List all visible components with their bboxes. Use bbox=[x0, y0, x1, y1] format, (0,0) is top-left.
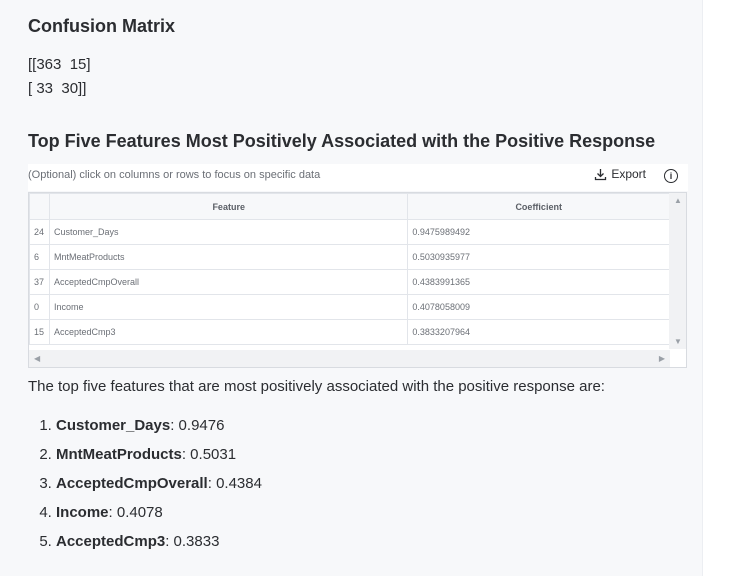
feature-name: Income bbox=[56, 504, 109, 521]
column-header-feature[interactable]: Feature bbox=[48, 193, 409, 220]
feature-value: : 0.4384 bbox=[207, 475, 262, 492]
table-row[interactable]: 15 AcceptedCmp3 0.3833207964 bbox=[29, 319, 670, 345]
summary-text: The top five features that are most posi… bbox=[28, 378, 605, 395]
feature-cell[interactable]: Income bbox=[48, 294, 409, 320]
scroll-down-icon[interactable]: ▼ bbox=[674, 337, 682, 346]
feature-value: : 0.9476 bbox=[170, 417, 225, 434]
row-index: 0 bbox=[29, 294, 50, 320]
export-button[interactable]: Export bbox=[594, 167, 646, 181]
list-item: AcceptedCmpOverall: 0.4384 bbox=[56, 469, 262, 498]
feature-cell[interactable]: Customer_Days bbox=[48, 219, 409, 245]
export-label: Export bbox=[611, 167, 646, 181]
table-row[interactable]: 0 Income 0.4078058009 bbox=[29, 294, 670, 320]
confusion-matrix-title: Confusion Matrix bbox=[28, 16, 175, 36]
scroll-up-icon[interactable]: ▲ bbox=[674, 196, 682, 205]
feature-name: AcceptedCmpOverall bbox=[56, 475, 208, 492]
coefficient-cell[interactable]: 0.5030935977 bbox=[407, 244, 670, 270]
feature-list: Customer_Days: 0.9476 MntMeatProducts: 0… bbox=[28, 411, 262, 556]
right-margin bbox=[702, 0, 732, 576]
column-header-coefficient[interactable]: Coefficient bbox=[407, 193, 670, 220]
output-panel: Confusion Matrix [[363 15] [ 33 30]] Top… bbox=[0, 0, 702, 576]
feature-value: : 0.5031 bbox=[181, 446, 237, 463]
feature-name: AcceptedCmp3 bbox=[56, 533, 166, 550]
table-row[interactable]: 6 MntMeatProducts 0.5030935977 bbox=[29, 244, 670, 270]
confusion-matrix-row-2: [ 33 30]] bbox=[28, 80, 87, 97]
row-index: 24 bbox=[29, 219, 50, 245]
list-item: MntMeatProducts: 0.5031 bbox=[56, 440, 262, 469]
download-icon bbox=[595, 168, 607, 180]
vertical-scrollbar[interactable]: ▲ ▼ bbox=[669, 193, 686, 349]
scroll-left-icon[interactable]: ◀ bbox=[34, 354, 40, 363]
table-row[interactable]: 37 AcceptedCmpOverall 0.4383991365 bbox=[29, 269, 670, 295]
feature-cell[interactable]: AcceptedCmpOverall bbox=[48, 269, 409, 295]
list-item: Income: 0.4078 bbox=[56, 498, 262, 527]
feature-value: : 0.3833 bbox=[165, 533, 220, 550]
info-icon[interactable]: i bbox=[664, 169, 678, 183]
list-item: Customer_Days: 0.9476 bbox=[56, 411, 262, 440]
table-toolbar: (Optional) click on columns or rows to f… bbox=[28, 164, 688, 191]
feature-cell[interactable]: MntMeatProducts bbox=[48, 244, 409, 270]
feature-value: : 0.4078 bbox=[108, 504, 163, 521]
coefficient-cell[interactable]: 0.4078058009 bbox=[407, 294, 670, 320]
confusion-matrix-row-1: [[363 15] bbox=[28, 56, 91, 73]
feature-name: MntMeatProducts bbox=[56, 446, 182, 463]
row-index: 6 bbox=[29, 244, 50, 270]
feature-name: Customer_Days bbox=[56, 417, 171, 434]
feature-cell[interactable]: AcceptedCmp3 bbox=[48, 319, 409, 345]
table-row[interactable]: 24 Customer_Days 0.9475989492 bbox=[29, 219, 670, 245]
table-hint: (Optional) click on columns or rows to f… bbox=[28, 169, 321, 181]
index-column-header[interactable] bbox=[29, 193, 50, 220]
coefficient-cell[interactable]: 0.9475989492 bbox=[407, 219, 670, 245]
scroll-right-icon[interactable]: ▶ bbox=[659, 354, 665, 363]
top-features-title: Top Five Features Most Positively Associ… bbox=[28, 131, 656, 151]
list-item: AcceptedCmp3: 0.3833 bbox=[56, 527, 262, 556]
horizontal-scrollbar[interactable]: ◀ ▶ bbox=[29, 350, 670, 367]
features-table[interactable]: Feature Coefficient 24 Customer_Days 0.9… bbox=[28, 192, 687, 368]
row-index: 15 bbox=[29, 319, 50, 345]
coefficient-cell[interactable]: 0.4383991365 bbox=[407, 269, 670, 295]
coefficient-cell[interactable]: 0.3833207964 bbox=[407, 319, 670, 345]
row-index: 37 bbox=[29, 269, 50, 295]
